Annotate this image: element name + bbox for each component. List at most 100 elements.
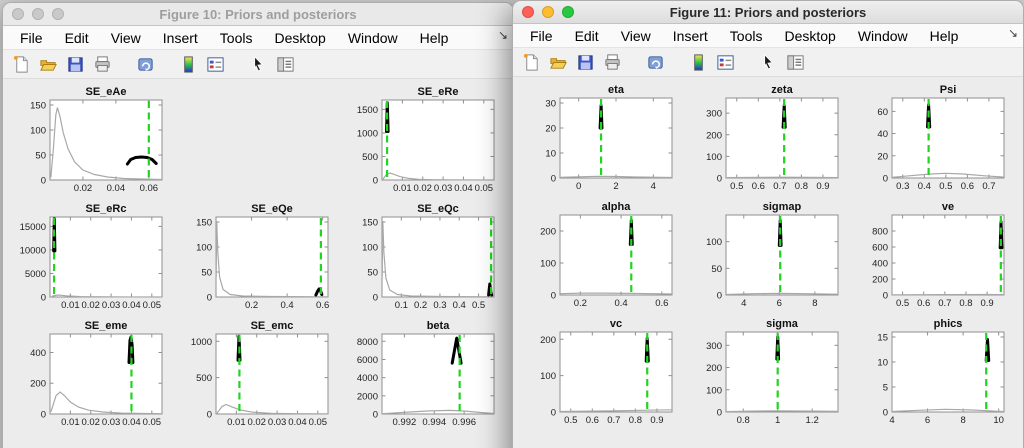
menu-item-desktop[interactable]: Desktop [773,28,846,44]
x-tick-label: 0.06 [140,183,159,194]
x-tick-label: 4 [889,415,894,426]
insert-legend-icon[interactable] [205,54,226,75]
x-tick-label: 0.3 [433,300,446,311]
y-tick-label: 4000 [357,373,378,384]
subplot-title: eta [608,84,625,96]
y-tick-label: 50 [367,268,378,279]
menu-item-help[interactable]: Help [919,28,970,44]
save-figure-icon[interactable] [575,52,596,73]
axes-box [381,99,495,181]
menu-item-tools[interactable]: Tools [209,30,264,46]
title-bar[interactable]: Figure 10: Priors and posteriors [3,3,513,26]
empty-subplot-slot [174,86,340,203]
x-tick-label: 0.4 [281,300,294,311]
y-tick-label: 0 [883,174,888,185]
x-tick-label: 0.6 [316,300,329,311]
plot-browser-icon[interactable] [785,52,806,73]
insert-legend-icon[interactable] [715,52,736,73]
menu-item-window[interactable]: Window [337,30,409,46]
x-tick-label: 0.04 [107,183,126,194]
axes-box [559,331,673,413]
subplot-title: ve [942,201,954,213]
menu-item-tools[interactable]: Tools [719,28,774,44]
y-tick-label: 0 [551,174,556,185]
x-tick-label: 0.9 [650,415,663,426]
menu-item-window[interactable]: Window [847,28,919,44]
x-tick-label: 8 [812,298,817,309]
menu-item-help[interactable]: Help [409,30,460,46]
menu-item-edit[interactable]: Edit [564,28,610,44]
new-figure-icon[interactable] [521,52,542,73]
plot-browser-icon[interactable] [275,54,296,75]
link-plot-icon[interactable] [645,52,666,73]
x-tick-label: 0.2 [245,300,258,311]
menu-bar: File Edit View Insert Tools Desktop Window Help… [513,24,1023,48]
subplot-title: beta [427,320,451,332]
subplot-SE_eRc: 0.01 0.02 0.03 0.04 0.05 0 5000 10000 15000 SE_eR… [8,203,174,320]
y-tick-label: 0 [717,174,722,185]
x-tick-label: 0.5 [939,181,952,192]
x-tick-label: 0.04 [122,300,141,311]
x-tick-label: 0.02 [81,300,100,311]
print-figure-icon[interactable] [92,54,113,75]
close-button[interactable] [522,6,534,18]
menu-overflow-icon[interactable]: ↘ [498,28,508,42]
print-figure-icon[interactable] [602,52,623,73]
menu-item-file[interactable]: File [519,28,564,44]
menu-item-insert[interactable]: Insert [152,30,209,46]
y-tick-label: 0 [373,176,378,187]
x-tick-label: 0.4 [453,300,466,311]
menu-item-view[interactable]: View [100,30,152,46]
menu-item-edit[interactable]: Edit [54,30,100,46]
subplot-title: sigmap [763,201,802,213]
axes-box [381,333,495,415]
zoom-button[interactable] [52,8,64,20]
figure-11-window: Figure 11: Priors and posteriors File Edi… [512,0,1024,448]
menu-overflow-icon[interactable]: ↘ [1008,26,1018,40]
x-tick-label: 0.01 [61,300,80,311]
x-tick-label: 0.996 [452,417,476,428]
new-figure-icon[interactable] [11,54,32,75]
x-tick-label: 0.05 [475,183,494,194]
menu-item-file[interactable]: File [9,30,54,46]
zoom-button[interactable] [562,6,574,18]
subplot-SE_eQc: 0.1 0.2 0.3 0.4 0.5 0 50 100 150 SE_eQc [340,203,506,320]
menu-item-insert[interactable]: Insert [662,28,719,44]
x-tick-label: 0.7 [982,181,995,192]
y-tick-label: 200 [540,227,556,238]
menu-item-view[interactable]: View [610,28,662,44]
close-button[interactable] [12,8,24,20]
subplot-SE_eRe: 0.01 0.02 0.03 0.04 0.05 0 500 1000 1500 SE_eRe [340,86,506,203]
edit-plot-icon[interactable] [248,54,269,75]
x-tick-label: 0.03 [102,417,121,428]
save-figure-icon[interactable] [65,54,86,75]
y-tick-label: 100 [540,371,556,382]
axes-box [49,333,163,415]
axes-box [49,216,163,298]
menu-item-desktop[interactable]: Desktop [263,30,336,46]
link-plot-icon[interactable] [135,54,156,75]
x-tick-label: 0.9 [816,181,829,192]
y-tick-label: 0 [41,410,46,421]
insert-colorbar-icon[interactable] [688,52,709,73]
minimize-button[interactable] [542,6,554,18]
x-tick-label: 4 [651,181,656,192]
minimize-button[interactable] [32,8,44,20]
x-tick-label: 0.5 [896,298,909,309]
y-tick-label: 50 [35,151,46,162]
x-tick-label: 0.8 [629,415,642,426]
axes-box [215,333,329,415]
insert-colorbar-icon[interactable] [178,54,199,75]
x-tick-label: 8 [960,415,965,426]
open-file-icon[interactable] [38,54,59,75]
title-bar[interactable]: Figure 11: Priors and posteriors [513,1,1023,24]
x-tick-label: 1.2 [806,415,819,426]
open-file-icon[interactable] [548,52,569,73]
x-tick-label: 0.3 [896,181,909,192]
x-tick-label: 0 [576,181,581,192]
subplot-alpha: 0.2 0.4 0.6 0 100 200 alpha [518,201,684,318]
y-tick-label: 150 [30,101,46,112]
edit-plot-icon[interactable] [758,52,779,73]
subplot-beta: 0.992 0.994 0.996 0 2000 4000 6000 8000 beta [340,320,506,437]
subplot-SE_emc: 0.01 0.02 0.03 0.04 0.05 0 500 1000 SE_emc [174,320,340,437]
